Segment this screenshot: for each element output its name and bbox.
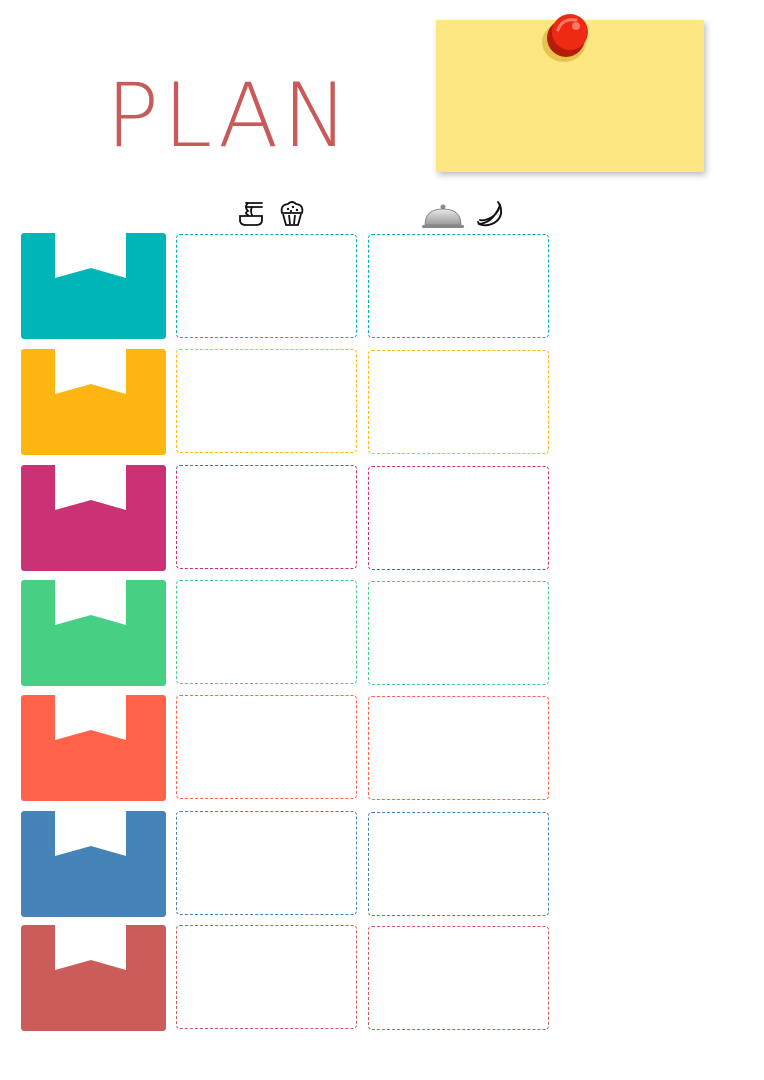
banana-icon — [477, 201, 503, 227]
cloche-icon — [422, 204, 464, 228]
snack-cell[interactable] — [368, 926, 549, 1030]
muffin-icon — [280, 201, 304, 226]
day-tab — [21, 349, 166, 455]
meal-cell[interactable] — [176, 234, 357, 338]
meal-cell[interactable] — [176, 349, 357, 453]
snack-cell[interactable] — [368, 581, 549, 685]
day-tab — [21, 925, 166, 1031]
day-tab — [21, 811, 166, 917]
snack-cell[interactable] — [368, 812, 549, 916]
day-tab — [21, 233, 166, 339]
snack-cell[interactable] — [368, 234, 549, 338]
snack-cell[interactable] — [368, 466, 549, 570]
day-tab — [21, 695, 166, 801]
meal-cell[interactable] — [176, 925, 357, 1029]
meal-cell[interactable] — [176, 695, 357, 799]
noodle-bowl-icon — [239, 202, 263, 226]
meal-cell[interactable] — [176, 580, 357, 684]
push-pin-icon — [542, 14, 588, 62]
meal-cell[interactable] — [176, 811, 357, 915]
meal-cell[interactable] — [176, 465, 357, 569]
day-tab — [21, 580, 166, 686]
page-title: PLAN — [106, 64, 353, 167]
day-tab — [21, 465, 166, 571]
snack-cell[interactable] — [368, 350, 549, 454]
snack-cell[interactable] — [368, 696, 549, 800]
